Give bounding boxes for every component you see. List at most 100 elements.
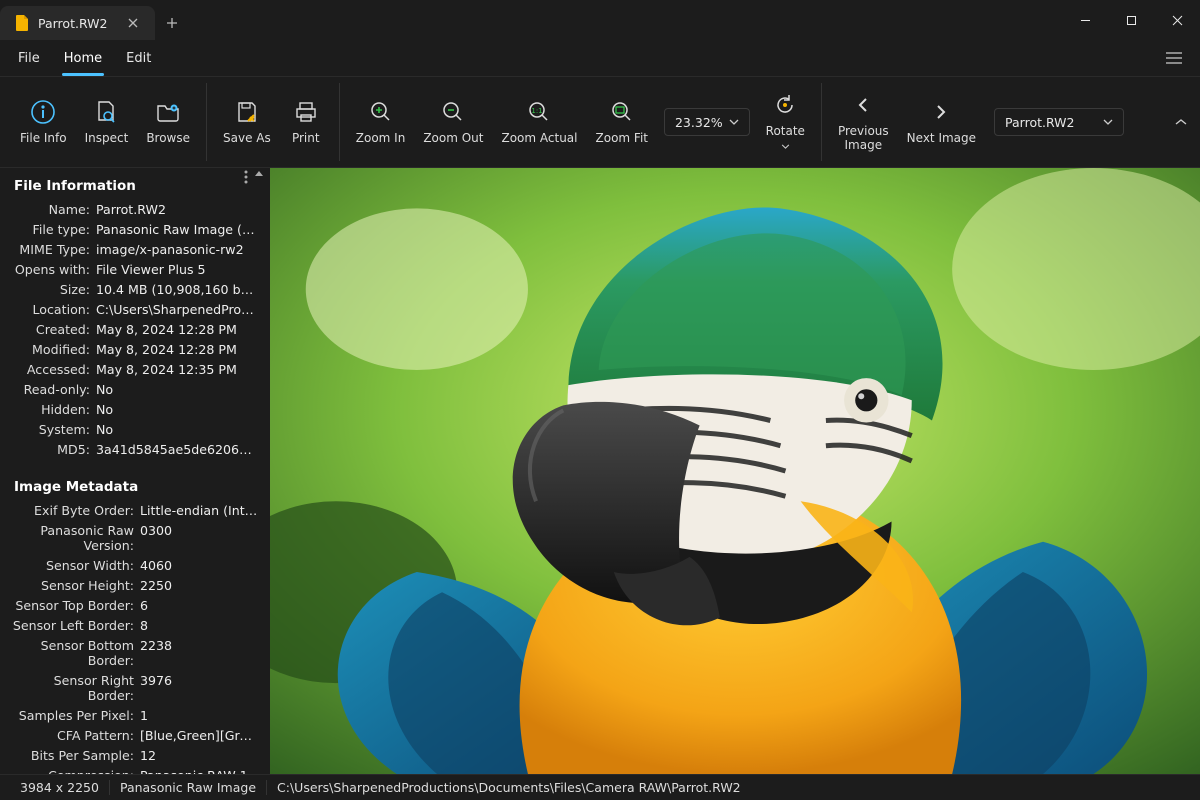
property-key: Created:	[12, 322, 96, 337]
save-as-button[interactable]: Save As	[215, 92, 279, 152]
property-value: 4060	[140, 558, 258, 573]
file-info-button[interactable]: File Info	[12, 92, 75, 152]
property-value: 0300	[140, 523, 258, 553]
collapse-ribbon-button[interactable]	[1166, 83, 1196, 161]
image-viewport[interactable]	[270, 168, 1200, 774]
property-value: May 8, 2024 12:35 PM	[96, 362, 258, 377]
list-item: Samples Per Pixel:1	[6, 705, 264, 725]
property-key: Accessed:	[12, 362, 96, 377]
zoom-out-button[interactable]: Zoom Out	[415, 92, 491, 152]
zoom-in-button[interactable]: Zoom In	[348, 92, 414, 152]
chevron-down-icon	[1103, 119, 1113, 125]
property-key: System:	[12, 422, 96, 437]
property-value: 6	[140, 598, 258, 613]
zoom-in-icon	[367, 98, 395, 126]
save-icon	[233, 98, 261, 126]
property-value: C:\Users\SharpenedProduc...	[96, 302, 258, 317]
list-item: MD5:3a41d5845ae5de6206d3e9b...	[6, 439, 264, 459]
menu-home[interactable]: Home	[54, 45, 112, 72]
property-key: Sensor Left Border:	[12, 618, 140, 633]
property-key: Sensor Top Border:	[12, 598, 140, 613]
statusbar: 3984 x 2250 Panasonic Raw Image C:\Users…	[0, 774, 1200, 800]
list-item: Hidden:No	[6, 399, 264, 419]
titlebar: Parrot.RW2	[0, 0, 1200, 40]
property-value: 10.4 MB (10,908,160 bytes)	[96, 282, 258, 297]
rotate-button[interactable]: Rotate	[758, 85, 813, 159]
toolbar-group-zoom: Zoom In Zoom Out 1:1 Zoom Actual Zoom Fi…	[340, 83, 822, 161]
image-preview	[270, 168, 1200, 774]
minimize-button[interactable]	[1062, 0, 1108, 40]
property-value: Little-endian (Intel, ...	[140, 503, 258, 518]
chevron-down-icon	[729, 119, 739, 125]
property-value: 12	[140, 748, 258, 763]
toolbar-group-file: File Info Inspect Browse	[4, 83, 207, 161]
property-key: MIME Type:	[12, 242, 96, 257]
property-value: 1	[140, 708, 258, 723]
tab-current[interactable]: Parrot.RW2	[0, 6, 155, 40]
status-path: C:\Users\SharpenedProductions\Documents\…	[267, 780, 751, 795]
previous-image-button[interactable]: Previous Image	[830, 85, 897, 159]
list-item: Opens with:File Viewer Plus 5	[6, 259, 264, 279]
list-item: System:No	[6, 419, 264, 439]
property-key: MD5:	[12, 442, 96, 457]
list-item: Read-only:No	[6, 379, 264, 399]
list-item: Exif Byte Order:Little-endian (Intel, ..…	[6, 500, 264, 520]
property-value: 2238	[140, 638, 258, 668]
hamburger-menu-button[interactable]	[1156, 40, 1192, 76]
list-item: CFA Pattern:[Blue,Green][Green,...	[6, 725, 264, 745]
zoom-actual-icon: 1:1	[525, 98, 553, 126]
main: File Information Name:Parrot.RW2File typ…	[0, 168, 1200, 774]
list-item: Size:10.4 MB (10,908,160 bytes)	[6, 279, 264, 299]
zoom-percent-dropdown[interactable]: 23.32%	[664, 108, 750, 136]
list-item: Accessed:May 8, 2024 12:35 PM	[6, 359, 264, 379]
property-key: Bits Per Sample:	[12, 748, 140, 763]
menu-file[interactable]: File	[8, 45, 50, 72]
property-key: Sensor Bottom Border:	[12, 638, 140, 668]
property-key: Read-only:	[12, 382, 96, 397]
list-item: Panasonic Raw Version:0300	[6, 520, 264, 555]
inspect-button[interactable]: Inspect	[77, 92, 137, 152]
property-value: File Viewer Plus 5	[96, 262, 258, 277]
menu-edit[interactable]: Edit	[116, 45, 161, 72]
folder-icon	[154, 98, 182, 126]
property-key: Compression:	[12, 768, 140, 775]
property-key: Name:	[12, 202, 96, 217]
list-item: Created:May 8, 2024 12:28 PM	[6, 319, 264, 339]
file-info-list: Name:Parrot.RW2File type:Panasonic Raw I…	[0, 199, 270, 469]
window-controls	[1062, 0, 1200, 40]
info-icon	[29, 98, 57, 126]
property-key: Opens with:	[12, 262, 96, 277]
next-image-button[interactable]: Next Image	[899, 92, 984, 152]
list-item: Sensor Left Border:8	[6, 615, 264, 635]
toolbar-group-output: Save As Print	[207, 83, 340, 161]
status-dimensions: 3984 x 2250	[10, 780, 110, 795]
print-icon	[292, 98, 320, 126]
new-tab-button[interactable]	[155, 6, 189, 40]
svg-text:1:1: 1:1	[532, 107, 543, 115]
file-select-dropdown[interactable]: Parrot.RW2	[994, 108, 1124, 136]
list-item: Sensor Bottom Border:2238	[6, 635, 264, 670]
list-item: Location:C:\Users\SharpenedProduc...	[6, 299, 264, 319]
list-item: Compression:Panasonic RAW 1	[6, 765, 264, 774]
maximize-button[interactable]	[1108, 0, 1154, 40]
image-metadata-section-title: Image Metadata	[0, 469, 270, 500]
property-key: Sensor Right Border:	[12, 673, 140, 703]
list-item: Sensor Width:4060	[6, 555, 264, 575]
property-value: 2250	[140, 578, 258, 593]
print-button[interactable]: Print	[281, 92, 331, 152]
close-window-button[interactable]	[1154, 0, 1200, 40]
panel-collapse-button[interactable]	[254, 170, 264, 180]
property-value: May 8, 2024 12:28 PM	[96, 322, 258, 337]
property-key: CFA Pattern:	[12, 728, 140, 743]
list-item: Modified:May 8, 2024 12:28 PM	[6, 339, 264, 359]
toolbar-group-nav: Previous Image Next Image Parrot.RW2	[822, 83, 1132, 161]
browse-button[interactable]: Browse	[138, 92, 198, 152]
zoom-actual-button[interactable]: 1:1 Zoom Actual	[493, 92, 585, 152]
zoom-fit-button[interactable]: Zoom Fit	[588, 92, 656, 152]
list-item: MIME Type:image/x-panasonic-rw2	[6, 239, 264, 259]
sidebar[interactable]: File Information Name:Parrot.RW2File typ…	[0, 168, 270, 774]
panel-options-button[interactable]	[244, 170, 248, 184]
tab-close-button[interactable]	[123, 13, 143, 33]
list-item: File type:Panasonic Raw Image (.rw2)	[6, 219, 264, 239]
list-item: Name:Parrot.RW2	[6, 199, 264, 219]
